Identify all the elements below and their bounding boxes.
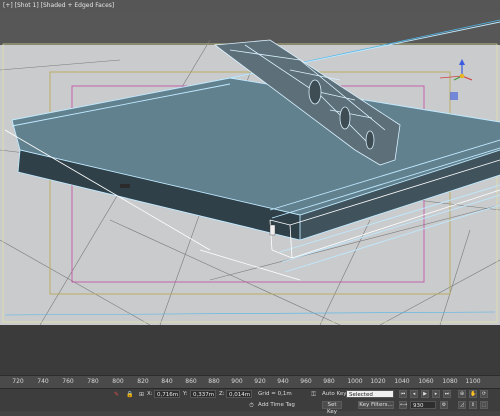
- x-coord-label: X:: [147, 391, 153, 397]
- time-ruler[interactable]: 720 740 760 780 800 820 840 860 880 900 …: [0, 375, 500, 389]
- tick-label: 780: [87, 378, 99, 385]
- go-to-start-button[interactable]: ⏮: [399, 390, 407, 398]
- dolly-icon[interactable]: ⇕: [469, 401, 477, 409]
- tick-label: 880: [208, 378, 220, 385]
- key-icon[interactable]: ⚿: [310, 391, 317, 398]
- tick-label: 900: [231, 378, 243, 385]
- tick-label: 760: [62, 378, 74, 385]
- tick-label: 740: [37, 378, 49, 385]
- tick-label: 940: [277, 378, 289, 385]
- tick-label: 860: [185, 378, 197, 385]
- lock-icon[interactable]: 🔒: [126, 391, 133, 398]
- tick-label: 800: [112, 378, 124, 385]
- previous-frame-button[interactable]: ◂: [410, 390, 418, 398]
- key-mode-toggle-icon[interactable]: ⟷: [399, 401, 407, 409]
- tick-label: 1040: [394, 378, 410, 385]
- status-bar: ✎ 🔒 ⊞ X: 0,716m Y: 0,337m Z: 0,014m Grid…: [0, 388, 500, 415]
- tick-label: 720: [12, 378, 24, 385]
- status-row-bottom: ⏱ Add Time Tag Set Key Key Filters... ⟷ …: [0, 400, 500, 415]
- time-config-icon[interactable]: ⚙: [440, 401, 448, 409]
- back-wall: [0, 13, 500, 45]
- y-coord-label: Y:: [183, 391, 188, 397]
- status-row-top: ✎ 🔒 ⊞ X: 0,716m Y: 0,337m Z: 0,014m Grid…: [0, 389, 500, 400]
- tick-label: 920: [254, 378, 266, 385]
- play-button[interactable]: ▶: [421, 390, 429, 398]
- viewport-shading-label[interactable]: [Shaded + Edged Faces]: [41, 2, 115, 9]
- current-frame-field[interactable]: 930: [410, 401, 436, 409]
- scene-render: [0, 0, 500, 325]
- script-listener-icon[interactable]: ✎: [113, 391, 120, 398]
- z-coord-field[interactable]: 0,014m: [226, 390, 252, 398]
- go-to-end-button[interactable]: ⏭: [443, 390, 451, 398]
- auto-key-button[interactable]: Auto Key: [322, 391, 347, 397]
- tick-label: 1000: [347, 378, 363, 385]
- z-coord-label: Z:: [219, 391, 225, 397]
- field-of-view-icon[interactable]: ◿: [458, 401, 466, 409]
- viewport-label: [+] [Shot 1] [Shaded + Edged Faces]: [3, 2, 114, 9]
- maximize-viewport-icon[interactable]: ⬚: [480, 401, 488, 409]
- zoom-icon[interactable]: ⊕: [458, 390, 466, 398]
- tick-label: 1020: [370, 378, 386, 385]
- x-coord-field[interactable]: 0,716m: [154, 390, 180, 398]
- tick-label: 1080: [442, 378, 458, 385]
- key-mode-dropdown[interactable]: Selected: [346, 390, 394, 398]
- time-tag-icon: ⏱: [249, 402, 254, 409]
- key-filters-button[interactable]: Key Filters...: [358, 401, 394, 409]
- viewport-camera-label[interactable]: [Shot 1]: [15, 2, 39, 9]
- grid-label: Grid = 0,1m: [258, 391, 292, 397]
- orbit-icon[interactable]: ⟳: [480, 390, 488, 398]
- tick-label: 1100: [465, 378, 481, 385]
- tick-label: 820: [137, 378, 149, 385]
- tick-label: 840: [161, 378, 173, 385]
- viewport-menu-plus[interactable]: [+]: [3, 2, 13, 9]
- pan-icon[interactable]: ✋: [469, 390, 477, 398]
- viewport[interactable]: [+] [Shot 1] [Shaded + Edged Faces]: [0, 0, 500, 325]
- viewcube-gizmo-icon[interactable]: [432, 58, 472, 108]
- tick-label: 980: [323, 378, 335, 385]
- tick-label: 960: [300, 378, 312, 385]
- absolute-mode-icon[interactable]: ⊞: [138, 391, 145, 398]
- y-coord-field[interactable]: 0,337m: [190, 390, 216, 398]
- next-frame-button[interactable]: ▸: [432, 390, 440, 398]
- tick-label: 1060: [418, 378, 434, 385]
- add-time-tag-button[interactable]: Add Time Tag: [258, 402, 295, 408]
- set-key-button[interactable]: Set Key: [322, 401, 342, 415]
